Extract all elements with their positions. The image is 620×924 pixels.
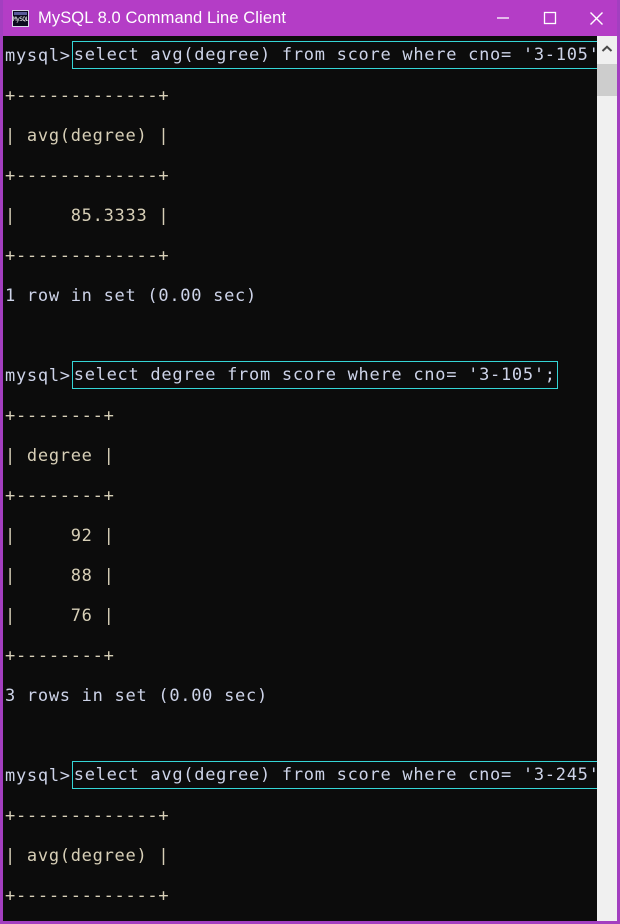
scroll-up-button[interactable] [597, 36, 617, 62]
result-status-line: 3 rows in set (0.00 sec) [5, 686, 268, 706]
window-controls [479, 0, 617, 36]
result-table-row: | avg(degree) | [5, 846, 170, 866]
terminal-command-line: mysql> select avg(degree) from score wher… [5, 36, 597, 76]
app-icon-glyph-text: MySQL [13, 15, 29, 23]
close-button[interactable] [573, 0, 617, 36]
scrollbar-track[interactable] [597, 96, 617, 921]
result-table-row: | 76 | [5, 606, 115, 626]
mysql-app-icon: MySQL [12, 9, 29, 27]
result-table-row: +-------------+ [5, 86, 170, 106]
maximize-button[interactable] [526, 0, 573, 36]
terminal-command-line: mysql> select degree from score where cno… [5, 356, 597, 396]
result-table-row: | 88 | [5, 566, 115, 586]
terminal-command-line: mysql> select avg(degree) from score wher… [5, 756, 597, 796]
result-table-row: +-------------+ [5, 166, 170, 186]
terminal-output-area[interactable]: mysql> select avg(degree) from score wher… [3, 36, 597, 921]
chevron-up-icon [601, 45, 613, 52]
result-table-row: +--------+ [5, 406, 115, 426]
highlighted-sql-command[interactable]: select degree from score where cno= '3-1… [71, 361, 558, 389]
window-title: MySQL 8.0 Command Line Client [38, 9, 287, 27]
scrollbar-thumb[interactable] [597, 64, 617, 96]
result-table-row: +--------+ [5, 646, 115, 666]
terminal-lines: mysql> select avg(degree) from score wher… [5, 36, 597, 921]
minimize-button[interactable] [479, 0, 526, 36]
result-status-line: 1 row in set (0.00 sec) [5, 286, 257, 306]
close-icon [590, 11, 603, 25]
prompt-label: mysql> [5, 46, 71, 66]
minimize-icon [496, 17, 509, 19]
result-table-row: +-------------+ [5, 246, 170, 266]
window-titlebar[interactable]: MySQL MySQL 8.0 Command Line Client [3, 0, 617, 36]
result-table-row: +--------+ [5, 486, 115, 506]
mysql-console-window: MySQL MySQL 8.0 Command Line Client mysq… [0, 0, 620, 924]
result-table-row: +-------------+ [5, 806, 170, 826]
result-table-row: | 92 | [5, 526, 115, 546]
maximize-icon [543, 11, 556, 25]
result-table-row: | 76.3333 | [5, 916, 597, 921]
result-table-row: +-------------+ [5, 886, 170, 906]
prompt-label: mysql> [5, 366, 71, 386]
result-table-row: | degree | [5, 446, 115, 466]
highlighted-sql-command[interactable]: select avg(degree) from score where cno=… [71, 41, 597, 69]
result-table-row: | 85.3333 | [5, 206, 170, 226]
result-table-row: | avg(degree) | [5, 126, 170, 146]
vertical-scrollbar[interactable] [597, 36, 617, 921]
highlighted-sql-command[interactable]: select avg(degree) from score where cno=… [71, 761, 597, 789]
prompt-label: mysql> [5, 766, 71, 786]
